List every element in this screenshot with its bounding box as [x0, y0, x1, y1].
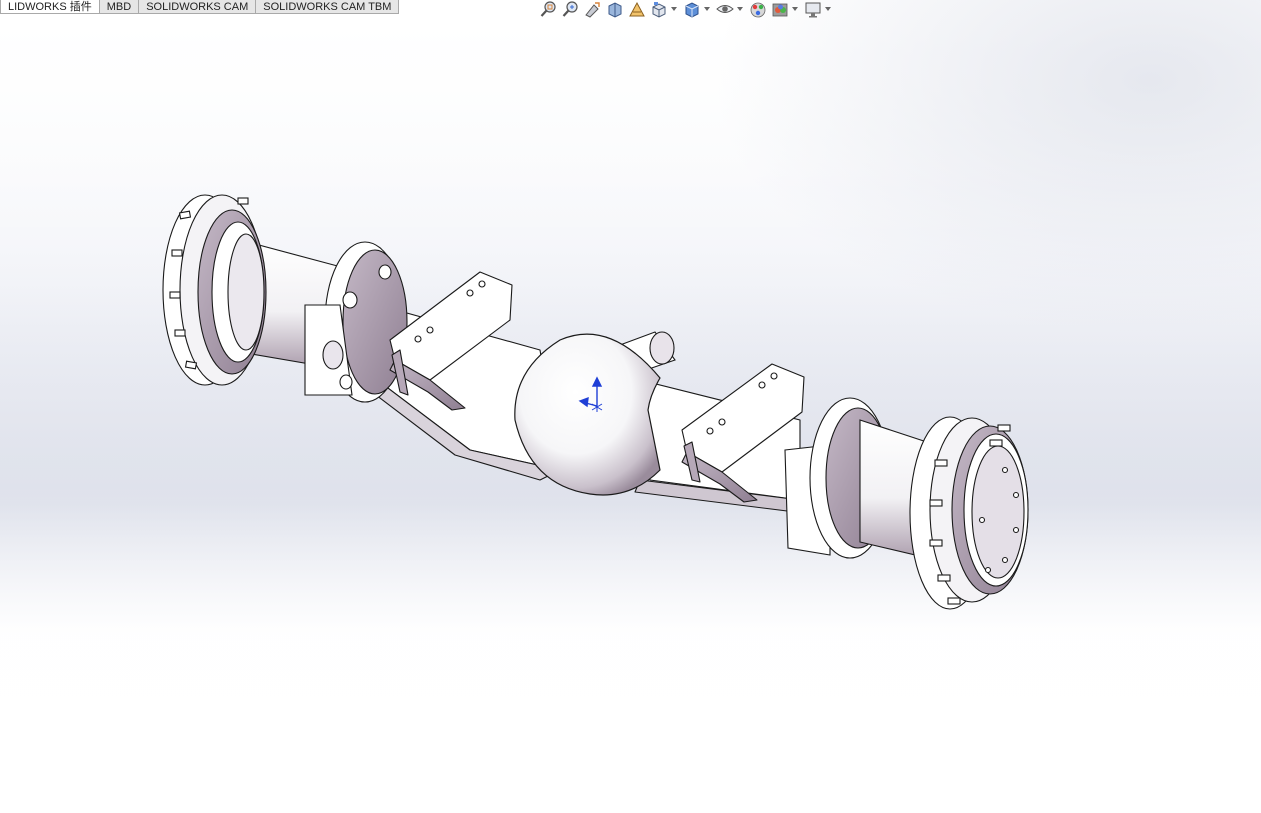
view-settings-dropdown-arrow[interactable] [824, 0, 832, 18]
edit-appearance-icon[interactable] [747, 0, 769, 18]
previous-view-icon[interactable] [582, 0, 604, 18]
right-wheel-hub-flange [909, 416, 1029, 610]
apply-scene-icon[interactable] [769, 0, 791, 18]
display-style-dropdown-arrow[interactable] [703, 0, 711, 18]
hide-show-dropdown-arrow[interactable] [736, 0, 744, 18]
view-settings-icon[interactable] [802, 0, 824, 18]
apply-scene-dropdown-arrow[interactable] [791, 0, 799, 18]
display-style-icon[interactable] [681, 0, 703, 18]
tab-mbd[interactable]: MBD [98, 0, 140, 14]
view-orientation-dropdown-arrow[interactable] [670, 0, 678, 18]
left-wheel-hub-flange [162, 194, 267, 386]
dynamic-annotation-icon[interactable] [626, 0, 648, 18]
tab-solidworks-cam-tbm[interactable]: SOLIDWORKS CAM TBM [255, 0, 400, 14]
tab-solidworks-addins[interactable]: LIDWORKS 插件 [0, 0, 100, 14]
command-manager-tabs: LIDWORKS 插件 MBD SOLIDWORKS CAM SOLIDWORK… [0, 0, 400, 14]
tab-solidworks-cam[interactable]: SOLIDWORKS CAM [138, 0, 257, 14]
section-view-icon[interactable] [604, 0, 626, 18]
zoom-to-fit-icon[interactable] [538, 0, 560, 18]
heads-up-view-toolbar [538, 0, 835, 18]
axle-assembly-model[interactable] [0, 0, 1261, 813]
view-orientation-icon[interactable] [648, 0, 670, 18]
hide-show-items-icon[interactable] [714, 0, 736, 18]
zoom-to-area-icon[interactable] [560, 0, 582, 18]
